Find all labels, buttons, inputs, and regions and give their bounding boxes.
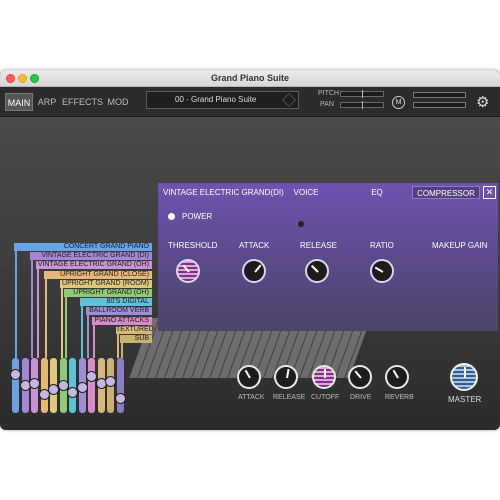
attack-knob-label: ATTACK [238,394,265,401]
layer-fader[interactable] [10,358,21,413]
layer-item[interactable]: VINTAGE ELECTRIC GRAND (DI) [30,252,152,261]
release-label: RELEASE [300,241,337,250]
window-title: Grand Piano Suite [210,73,289,83]
master-knob[interactable] [450,363,478,391]
output-meter-right [413,102,466,108]
power-label: POWER [182,212,213,221]
layer-fader[interactable] [86,358,97,413]
release-knob[interactable] [305,259,329,283]
fader-handle[interactable] [29,378,40,389]
ratio-label: RATIO [370,241,394,250]
layer-fader[interactable] [105,358,116,413]
reverb-knob[interactable] [385,365,409,389]
release-knob-bottom[interactable] [274,365,298,389]
fader-handle[interactable] [105,376,116,387]
layer-item[interactable]: TEXTURED [116,325,154,334]
layer-connector [93,324,95,358]
tab-voice[interactable]: VOICE [270,186,342,199]
makeup-gain-knob[interactable] [298,221,304,227]
preset-arrows-icon[interactable] [282,93,296,107]
release-knob-label: RELEASE [273,394,306,401]
tab-arp[interactable]: ARP [36,93,58,111]
layer-fader[interactable] [67,358,78,413]
threshold-knob[interactable] [176,259,200,283]
cutoff-knob[interactable] [312,365,336,389]
attack-knob-bottom[interactable] [237,365,261,389]
pan-label: PAN [320,101,334,108]
layer-item[interactable]: UPRIGHT GRAND (ROOM) [60,279,152,288]
preset-selector[interactable]: 00 - Grand Piano Suite [146,91,299,109]
reverb-knob-label: REVERB [385,394,414,401]
tab-eq[interactable]: EQ [344,186,410,199]
fader-handle[interactable] [10,369,21,380]
pitch-label: PITCH [318,90,339,97]
power-indicator-icon [168,213,175,220]
layer-connector [45,278,47,358]
m-button[interactable]: M [392,96,405,109]
close-icon[interactable]: ✕ [483,186,496,199]
layer-fader[interactable] [38,358,50,413]
drive-knob[interactable] [348,365,372,389]
layer-connector [61,287,63,358]
layer-connector [37,269,39,358]
top-toolbar: MAIN ARP EFFECTS MOD 00 - Grand Piano Su… [0,87,500,117]
panel-layer-title: VINTAGE ELECTRIC GRAND(DI) [163,188,284,197]
layer-item[interactable]: 80'S DIGITAL GRAND [80,298,152,313]
threshold-label: THRESHOLD [168,241,218,250]
cutoff-knob-label: CUTOFF [311,394,340,401]
pan-slider[interactable] [340,101,384,109]
layer-fader[interactable] [48,358,59,413]
layer-item[interactable]: VINTAGE ELECTRIC GRAND (OH) [36,261,152,270]
layer-connector [15,251,17,358]
layer-fader[interactable] [95,358,107,413]
layer-fader[interactable] [19,358,31,413]
layer-fader[interactable] [76,358,88,413]
ratio-knob[interactable] [370,259,394,283]
layer-item[interactable]: UPRIGHT GRAND (OH) [64,289,152,297]
preset-name: 00 - Grand Piano Suite [175,95,257,104]
pitch-slider[interactable] [340,90,384,98]
fader-handle[interactable] [86,371,97,382]
tab-compressor[interactable]: COMPRESSOR [412,186,480,199]
output-meter-left [413,92,466,98]
layer-fader[interactable] [114,358,126,413]
layer-item[interactable]: UPRIGHT GRAND (CLOSE) [44,270,152,279]
tab-effects[interactable]: EFFECTS [62,93,103,111]
title-bar: Grand Piano Suite [0,70,500,87]
attack-label: ATTACK [239,241,270,250]
tab-mod[interactable]: MOD [104,93,132,111]
master-label: MASTER [448,395,482,404]
layer-connector [87,315,89,358]
layer-fader[interactable] [29,358,40,413]
app-window: Grand Piano Suite MAIN ARP EFFECTS MOD 0… [0,70,500,430]
layer-connector [117,333,119,358]
layer-item[interactable]: PIANO ATTACKS [92,316,152,325]
layer-item[interactable]: BALLROOM VERB [86,307,152,316]
layer-item[interactable]: CONCERT GRAND PIANO [14,243,152,251]
layer-connector [65,297,67,358]
makeup-gain-label: MAKEUP GAIN [432,241,488,250]
drive-knob-label: DRIVE [350,394,372,401]
fader-handle[interactable] [76,382,88,393]
attack-knob[interactable] [242,259,266,283]
fader-handle[interactable] [114,393,126,404]
layer-connector [121,343,123,358]
tab-main[interactable]: MAIN [5,93,33,111]
gear-icon[interactable]: ⚙ [476,94,493,111]
layer-connector [81,306,83,358]
power-toggle[interactable]: POWER [168,212,212,221]
compressor-panel: VINTAGE ELECTRIC GRAND(DI) VOICE EQ COMP… [158,183,498,331]
layer-connector [31,260,33,358]
layer-fader[interactable] [57,358,69,413]
layer-item[interactable]: SUB [120,335,152,343]
